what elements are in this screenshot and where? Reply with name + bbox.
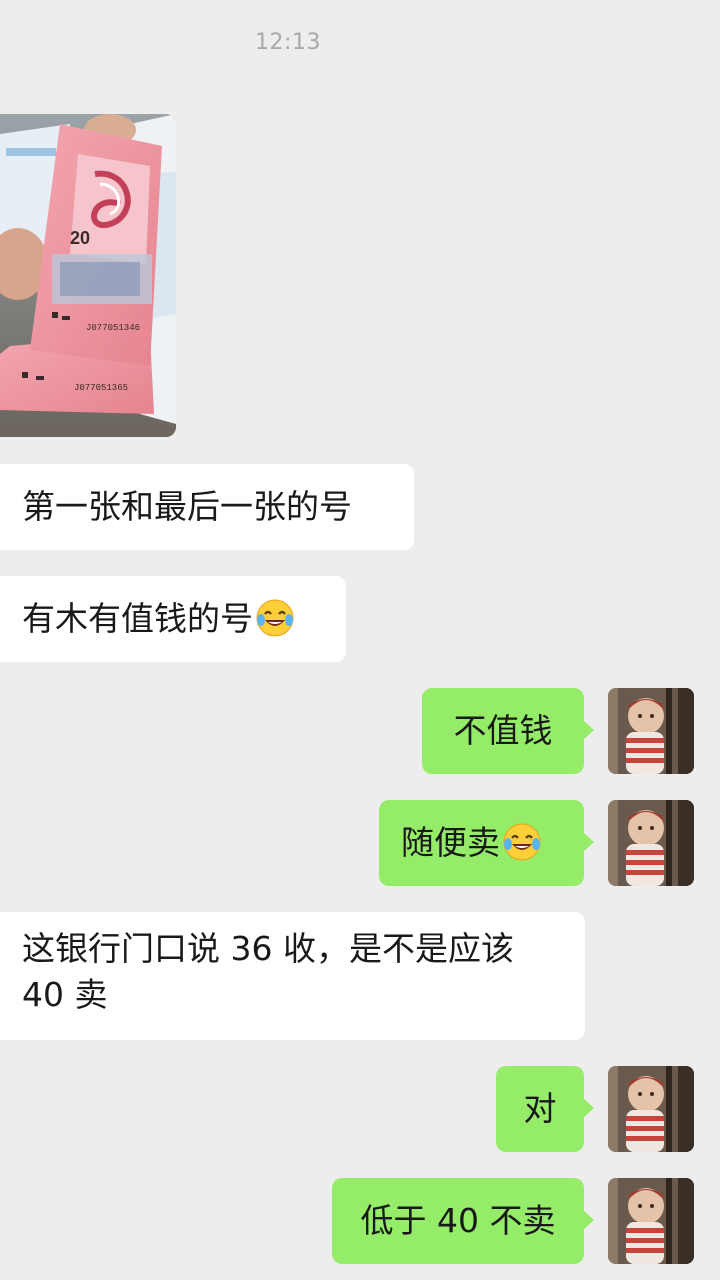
message-text-line-1: 这银行门口说 36 收，是不是应该 bbox=[22, 929, 514, 968]
incoming-message-bubble[interactable]: 有木有值钱的号 bbox=[0, 576, 346, 662]
serial-number-1: J077051346 bbox=[86, 323, 140, 333]
banknote-photo[interactable]: 20 J077051346 J077051365 bbox=[0, 114, 176, 437]
outgoing-message-bubble[interactable]: 随便卖 bbox=[379, 800, 594, 886]
message-text: 有木有值钱的号 bbox=[22, 599, 253, 638]
user-avatar[interactable] bbox=[608, 688, 694, 774]
message-text: 第一张和最后一张的号 bbox=[22, 487, 352, 526]
message-timestamp: 12:13 bbox=[255, 30, 321, 55]
incoming-message-bubble[interactable]: 第一张和最后一张的号 bbox=[0, 464, 414, 550]
message-text: 不值钱 bbox=[453, 711, 553, 750]
serial-number-2: J077051365 bbox=[74, 383, 128, 393]
banknote-value: 20 bbox=[70, 228, 90, 248]
message-text-line-2: 40 卖 bbox=[22, 975, 108, 1014]
outgoing-message-bubble[interactable]: 对 bbox=[496, 1066, 594, 1152]
message-text: 对 bbox=[523, 1089, 557, 1128]
message-text: 随便卖 bbox=[401, 823, 500, 862]
message-text: 低于 40 不卖 bbox=[360, 1201, 556, 1240]
outgoing-message-bubble[interactable]: 低于 40 不卖 bbox=[332, 1178, 594, 1264]
outgoing-message-bubble[interactable]: 不值钱 bbox=[422, 688, 594, 774]
user-avatar[interactable] bbox=[608, 1066, 694, 1152]
user-avatar[interactable] bbox=[608, 1178, 694, 1264]
laugh-cry-emoji-icon bbox=[255, 598, 295, 638]
user-avatar[interactable] bbox=[608, 800, 694, 886]
chat-window: 12:13 20 J077051346 J077051365 第一张和最后一张的… bbox=[0, 0, 720, 1280]
incoming-message-bubble[interactable]: 这银行门口说 36 收，是不是应该 40 卖 bbox=[0, 912, 585, 1040]
laugh-cry-emoji-icon bbox=[502, 822, 542, 862]
